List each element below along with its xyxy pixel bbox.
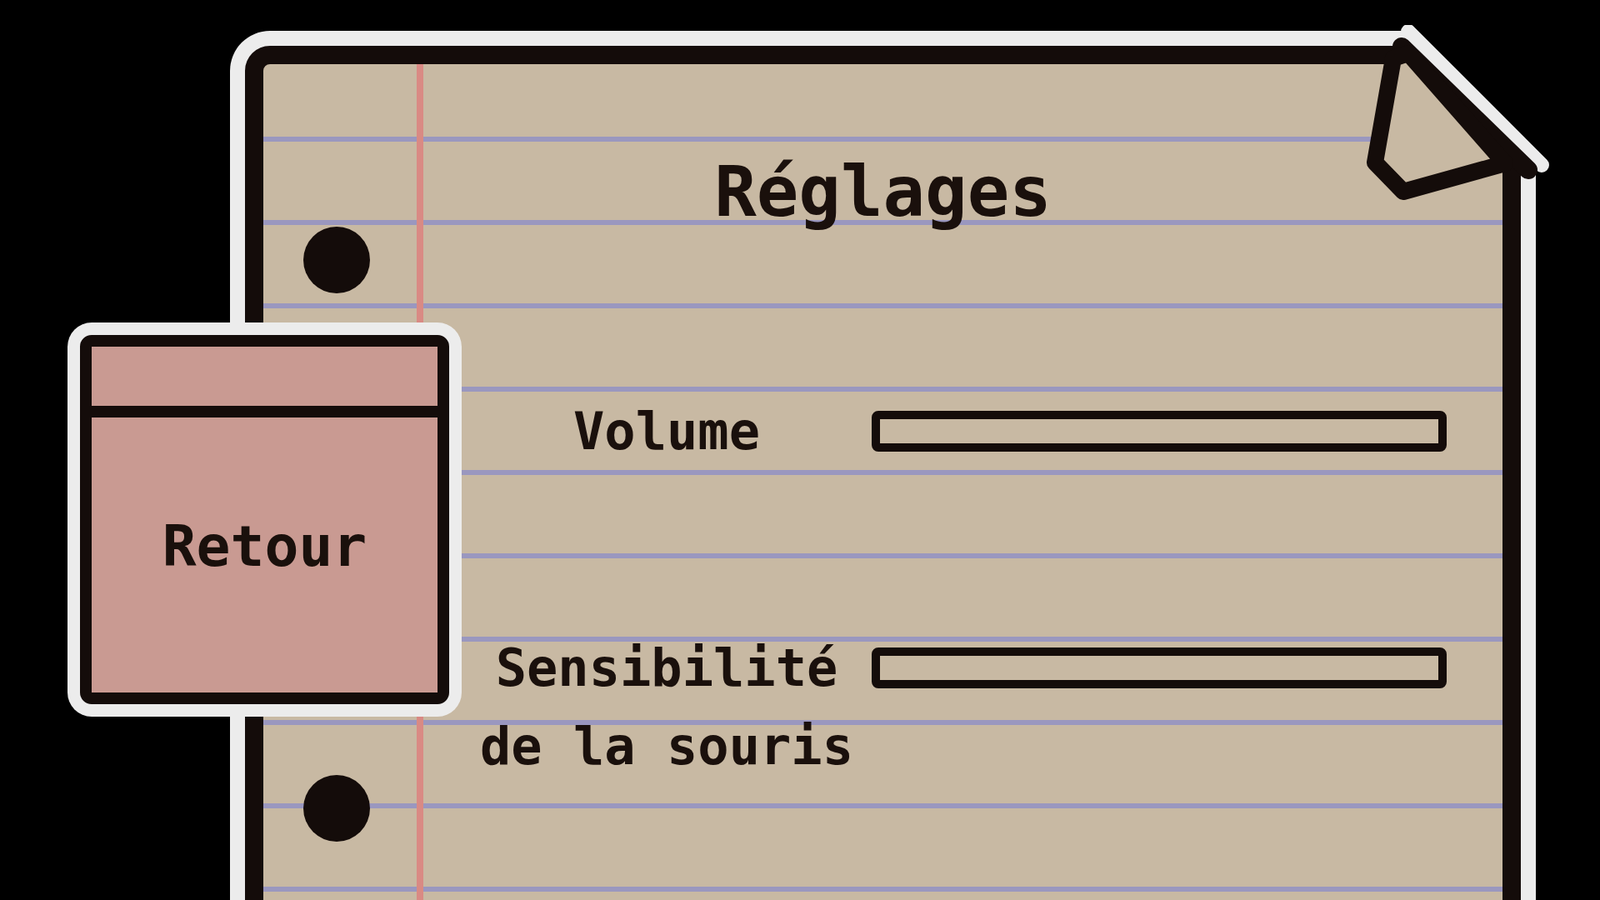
settings-list: Volume Sensibilité de la souris <box>475 392 1447 786</box>
setting-label: Volume <box>475 392 859 471</box>
binder-hole <box>303 226 370 294</box>
setting-label: Sensibilité de la souris <box>475 629 859 786</box>
back-label: Retour <box>91 417 438 693</box>
slider-track[interactable] <box>871 410 1447 452</box>
setting-row: Volume <box>475 392 1447 471</box>
slider-track[interactable] <box>871 647 1447 689</box>
setting-row: Sensibilité de la souris <box>475 629 1447 786</box>
folded-corner-icon <box>1333 25 1550 225</box>
settings-title: Réglages <box>263 152 1503 231</box>
settings-screen: Réglages Volume Sensibilité de la souris… <box>0 0 1600 900</box>
tab-strip <box>91 346 438 418</box>
binder-hole <box>303 775 370 842</box>
back-button[interactable]: Retour <box>80 335 450 705</box>
